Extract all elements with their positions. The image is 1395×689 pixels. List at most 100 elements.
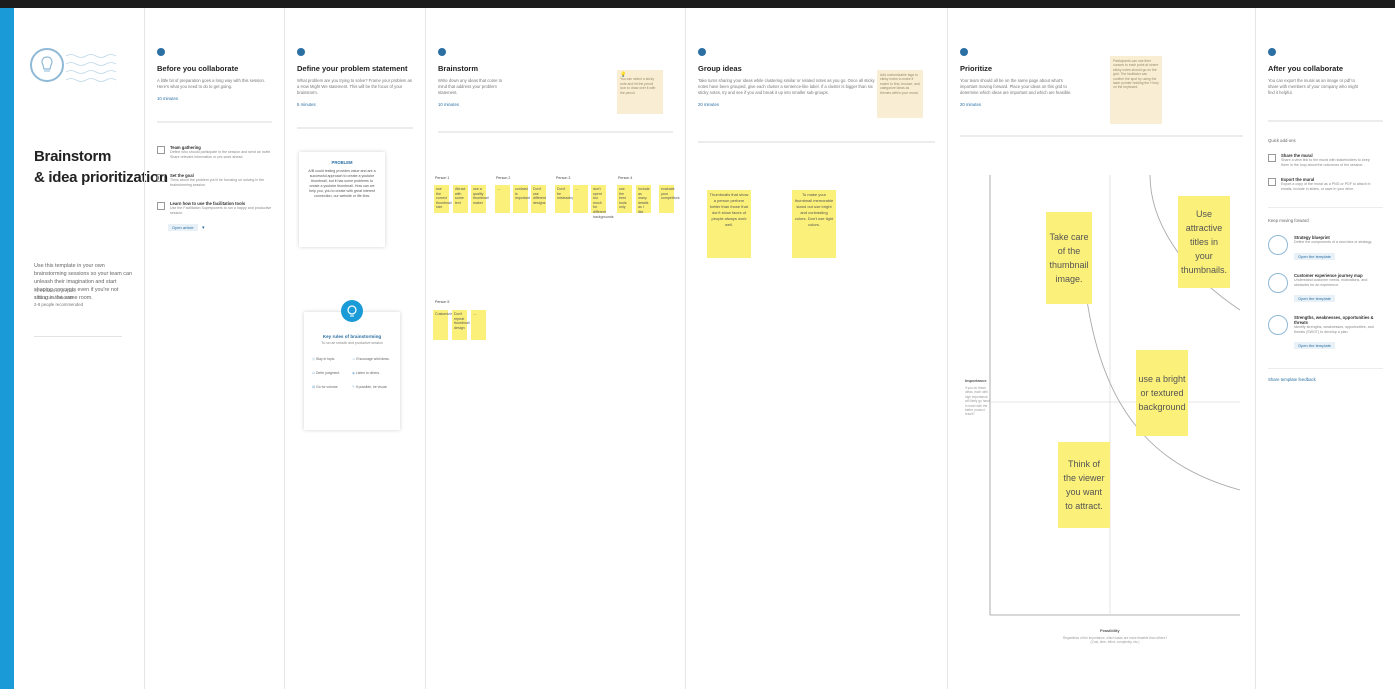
sticky-note[interactable]: Think of the viewer you want to attract. bbox=[1058, 442, 1110, 528]
step-title: Define your problem statement bbox=[297, 64, 408, 73]
sticky-note[interactable]: .... bbox=[573, 185, 588, 213]
template-desc: Identify strengths, weaknesses, opportun… bbox=[1294, 325, 1374, 334]
divider bbox=[438, 131, 673, 133]
template-card: Strengths, weaknesses, opportunities & t… bbox=[1268, 315, 1383, 352]
divider bbox=[1268, 120, 1383, 122]
checklist-item[interactable]: Team gathering Define who should particip… bbox=[157, 145, 272, 159]
y-axis-label: Importance bbox=[965, 378, 987, 383]
rule-item: ◉ Listen to others. bbox=[352, 371, 381, 375]
sticky-note[interactable]: Take care of the thumbnail image. bbox=[1046, 212, 1092, 304]
rule-item: ☺ Encourage wild ideas. bbox=[352, 357, 390, 361]
step-time: 10 minutes bbox=[157, 96, 179, 101]
rules-card: Key rules of brainstorming To run an smo… bbox=[304, 300, 400, 430]
open-article-row: Open article ▾ bbox=[168, 216, 272, 234]
strategy-blueprint-icon bbox=[1268, 235, 1288, 256]
rule-item: ◎ Stay in topic. bbox=[312, 357, 336, 361]
sticky-note[interactable]: use a bright or textured background bbox=[1136, 350, 1188, 436]
export-desc: Export a copy of the mural as a PNG or P… bbox=[1281, 182, 1371, 191]
rule-item: ✎ If possible, be visual. bbox=[352, 385, 388, 389]
brainstorm-logo-icon bbox=[30, 48, 64, 82]
step-body: Your team should all be on the same page… bbox=[960, 78, 1072, 95]
sticky-note[interactable]: Don't repeat thumbnail design bbox=[452, 310, 470, 340]
intro-divider bbox=[34, 336, 122, 337]
intro-meta: 72 minutes to prepare 1 hour to collabor… bbox=[34, 286, 134, 307]
step-title: Before you collaborate bbox=[157, 64, 239, 73]
step-dot bbox=[438, 48, 446, 56]
sticky-note[interactable]: Thumbnails that show a person perform be… bbox=[707, 190, 751, 258]
sticky-note[interactable]: use a quality thumbnail maker bbox=[471, 185, 489, 213]
open-template-button[interactable]: Open the template bbox=[1294, 342, 1335, 350]
problem-card[interactable]: PROBLEM A/B could testing provides value… bbox=[299, 152, 385, 247]
checkbox[interactable] bbox=[157, 146, 165, 154]
group-hint: Add customizable tags to sticky notes to… bbox=[877, 70, 923, 118]
checklist-item[interactable]: Set the goal Think about the problem you'… bbox=[157, 173, 272, 187]
sticky-note[interactable]: use the correct thumbnail size bbox=[434, 185, 452, 213]
share-desc: Share a view link to the mural with stak… bbox=[1281, 158, 1370, 167]
persona-label: Person 5 bbox=[435, 300, 450, 304]
sticky-note[interactable]: .... bbox=[471, 310, 486, 340]
rule-item: ⚖ Defer judgment. bbox=[312, 371, 341, 375]
brainstorm-hint: 💡 You can select a sticky note and hit t… bbox=[617, 70, 663, 114]
step-dot bbox=[1268, 48, 1276, 56]
template-card: Customer experience journey map Understa… bbox=[1268, 272, 1383, 305]
problem-text: A/B could testing provides value and are… bbox=[308, 169, 376, 198]
divider bbox=[1268, 207, 1383, 209]
template-title: Strengths, weaknesses, opportunities & t… bbox=[1294, 315, 1374, 326]
export-icon bbox=[1268, 178, 1276, 187]
divider bbox=[157, 121, 272, 123]
checklist-desc: Use the Facilitation Superpowers to run … bbox=[170, 206, 272, 215]
sticky-note[interactable]: Use attractive titles in your thumbnails… bbox=[1178, 196, 1230, 288]
open-article-button[interactable]: Open article bbox=[168, 223, 198, 231]
step-body: A little bit of preparation goes a long … bbox=[157, 78, 266, 89]
template-feedback-link[interactable]: Share template feedback bbox=[1268, 377, 1383, 382]
open-template-button[interactable]: Open the template bbox=[1294, 252, 1335, 260]
x-axis-desc: Regardless of the importance, which task… bbox=[1062, 636, 1167, 645]
quick-add-ons-heading: Quick add-ons bbox=[1268, 138, 1296, 143]
divider bbox=[698, 141, 935, 143]
checkbox[interactable] bbox=[157, 202, 165, 211]
rules-grid: ◎ Stay in topic. ☺ Encourage wild ideas.… bbox=[304, 345, 400, 389]
step-dot bbox=[157, 48, 165, 56]
template-desc: Understand customer needs, motivations, … bbox=[1294, 277, 1368, 287]
sticky-note[interactable]: use the best tools only bbox=[617, 185, 632, 213]
share-mural-item[interactable]: Share the mural Share a view link to the … bbox=[1268, 153, 1383, 167]
step-body: You can export the mural as an image or … bbox=[1268, 78, 1359, 95]
checklist-desc: Think about the problem you'll be focusi… bbox=[170, 178, 265, 187]
step-body: Write down any ideas that come to mind t… bbox=[438, 78, 503, 95]
collab-time: 1 hour to collaborate bbox=[34, 295, 74, 300]
step-time: 5 minutes bbox=[297, 102, 316, 107]
step-title: After you collaborate bbox=[1268, 64, 1344, 73]
step-after-collaborate: After you collaborate You can export the… bbox=[1255, 8, 1395, 689]
divider bbox=[1268, 368, 1383, 370]
rule-item: ▤ Go for volume. bbox=[312, 385, 339, 389]
sticky-note[interactable]: Don't use different designs bbox=[531, 185, 546, 213]
share-icon bbox=[1268, 154, 1276, 162]
sticky-note[interactable]: .... bbox=[495, 185, 510, 213]
sticky-note[interactable]: don't spent too much for different backg… bbox=[591, 185, 614, 219]
step-body: Take turns sharing your ideas while clus… bbox=[698, 78, 875, 95]
template-desc: Define the components of a new idea or s… bbox=[1294, 240, 1373, 245]
sticky-note[interactable]: Attract with some text bbox=[453, 185, 468, 213]
chevron-down-icon[interactable]: ▾ bbox=[202, 225, 205, 231]
step-before-collaborate: Before you collaborate A little bit of p… bbox=[144, 8, 284, 689]
prep-time: 72 minutes to prepare bbox=[34, 288, 76, 293]
persona-label: Person 1 bbox=[435, 176, 450, 180]
sticky-note[interactable]: Don't be misleading bbox=[555, 185, 574, 213]
checkbox[interactable] bbox=[157, 174, 165, 183]
left-accent-stripe bbox=[0, 8, 14, 689]
export-mural-item[interactable]: Export the mural Export a copy of the mur… bbox=[1268, 177, 1383, 191]
checklist-item[interactable]: Learn how to use the facilitation tools U… bbox=[157, 201, 272, 215]
sticky-note[interactable]: Customizing bbox=[433, 310, 455, 340]
rules-title: Key rules of brainstorming bbox=[322, 334, 382, 339]
divider bbox=[297, 127, 413, 129]
sticky-note[interactable]: contrast is important bbox=[513, 185, 530, 213]
sticky-note[interactable]: Include as many details as I like bbox=[636, 185, 651, 214]
sticky-note[interactable]: To make your thumbnail memorable stand o… bbox=[792, 190, 836, 258]
step-dot bbox=[297, 48, 305, 56]
top-bar bbox=[0, 0, 1395, 8]
lightbulb-icon bbox=[341, 300, 363, 322]
persona-label: Person 2 bbox=[496, 176, 511, 180]
divider bbox=[960, 135, 1243, 137]
open-template-button[interactable]: Open the template bbox=[1294, 295, 1335, 303]
sticky-note[interactable]: evaluate your competitors bbox=[659, 185, 680, 213]
